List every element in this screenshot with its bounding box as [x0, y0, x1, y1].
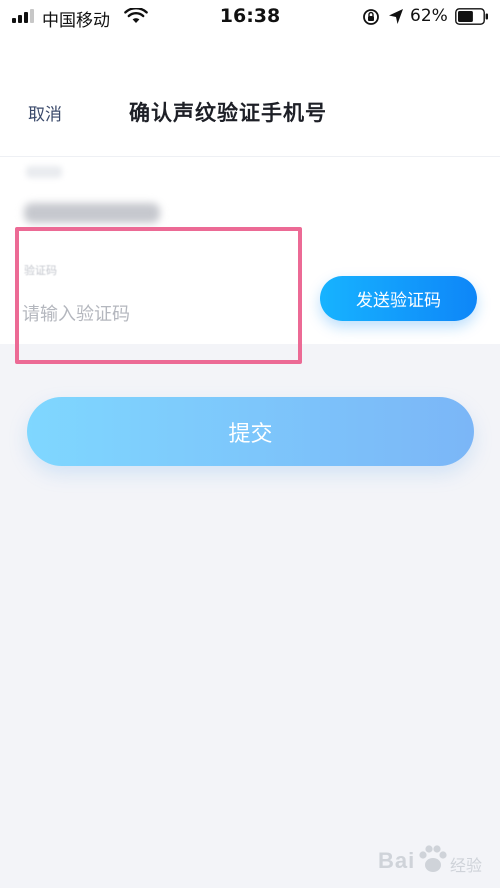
phone-label-redacted	[26, 166, 62, 178]
code-input[interactable]	[22, 296, 282, 332]
watermark: Bai 经验	[378, 838, 498, 884]
paw-icon	[419, 845, 447, 872]
send-code-button[interactable]: 发送验证码	[320, 276, 477, 321]
status-bar: 中国移动 16:38 62%	[0, 0, 500, 34]
page-title: 确认声纹验证手机号	[129, 101, 327, 125]
code-label: 验证码	[24, 264, 57, 277]
location-arrow-icon	[389, 9, 403, 24]
battery-icon	[455, 8, 488, 25]
cancel-button[interactable]: 取消	[28, 100, 62, 125]
battery-percent: 62%	[410, 6, 448, 26]
orientation-lock-icon	[363, 9, 379, 25]
watermark-brand: Bai	[378, 848, 416, 873]
nav-bar: 取消 确认声纹验证手机号	[0, 34, 500, 156]
submit-button[interactable]: 提交	[27, 397, 474, 466]
watermark-suffix: 经验	[450, 856, 483, 875]
phone-number-redacted	[24, 203, 160, 223]
